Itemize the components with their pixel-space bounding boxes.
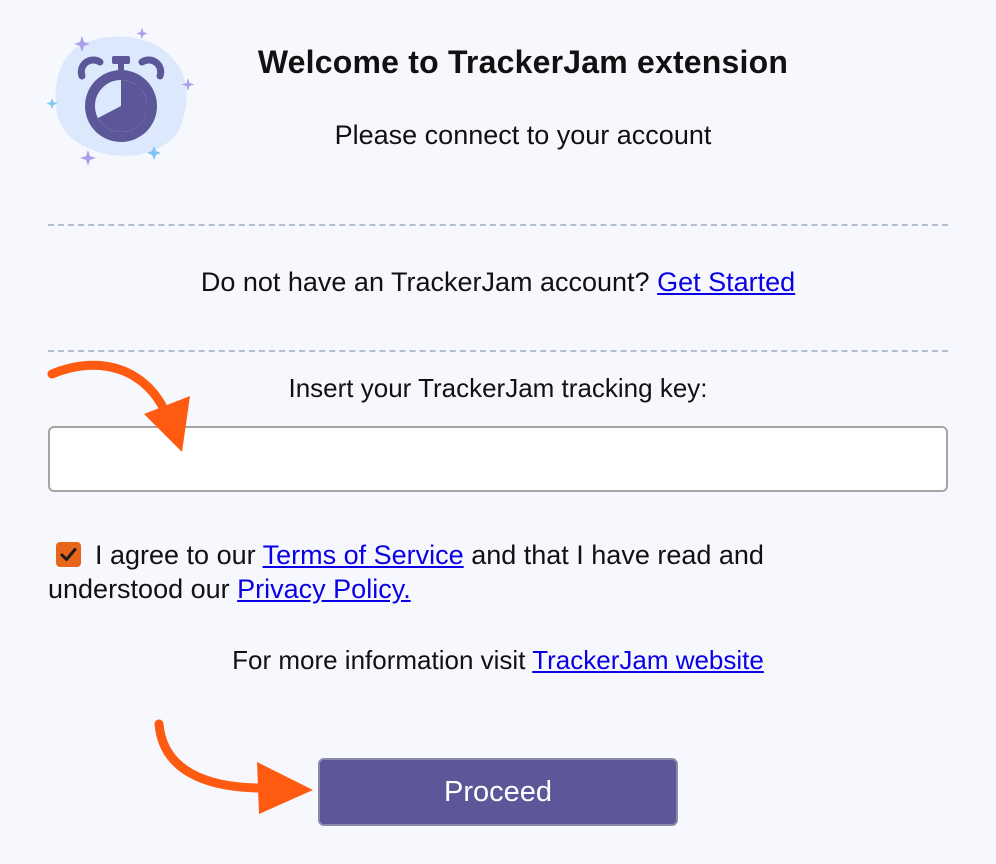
checkmark-icon <box>60 548 77 561</box>
website-link[interactable]: TrackerJam website <box>532 645 764 675</box>
privacy-policy-link[interactable]: Privacy Policy. <box>237 574 411 604</box>
divider <box>48 224 948 226</box>
extension-welcome-page: Welcome to TrackerJam extension Please c… <box>0 0 996 864</box>
more-info: For more information visit TrackerJam we… <box>48 645 948 676</box>
arrow-icon <box>154 719 313 814</box>
more-info-text: For more information visit <box>232 645 526 675</box>
signup-text: Do not have an TrackerJam account? <box>200 267 650 297</box>
terms-agreement: I agree to our Terms of Service and that… <box>48 538 868 606</box>
get-started-link[interactable]: Get Started <box>657 267 795 297</box>
stopwatch-icon <box>46 28 195 166</box>
terms-checkbox[interactable] <box>56 542 81 567</box>
page-title: Welcome to TrackerJam extension <box>257 44 789 80</box>
page-subtitle: Please connect to your account <box>334 120 712 150</box>
arrow-icon <box>47 360 190 452</box>
terms-of-service-link[interactable]: Terms of Service <box>263 540 464 570</box>
agree-text: I agree to our <box>95 540 256 570</box>
signup-prompt: Do not have an TrackerJam account? Get S… <box>48 267 948 298</box>
proceed-button[interactable]: Proceed <box>318 758 678 826</box>
